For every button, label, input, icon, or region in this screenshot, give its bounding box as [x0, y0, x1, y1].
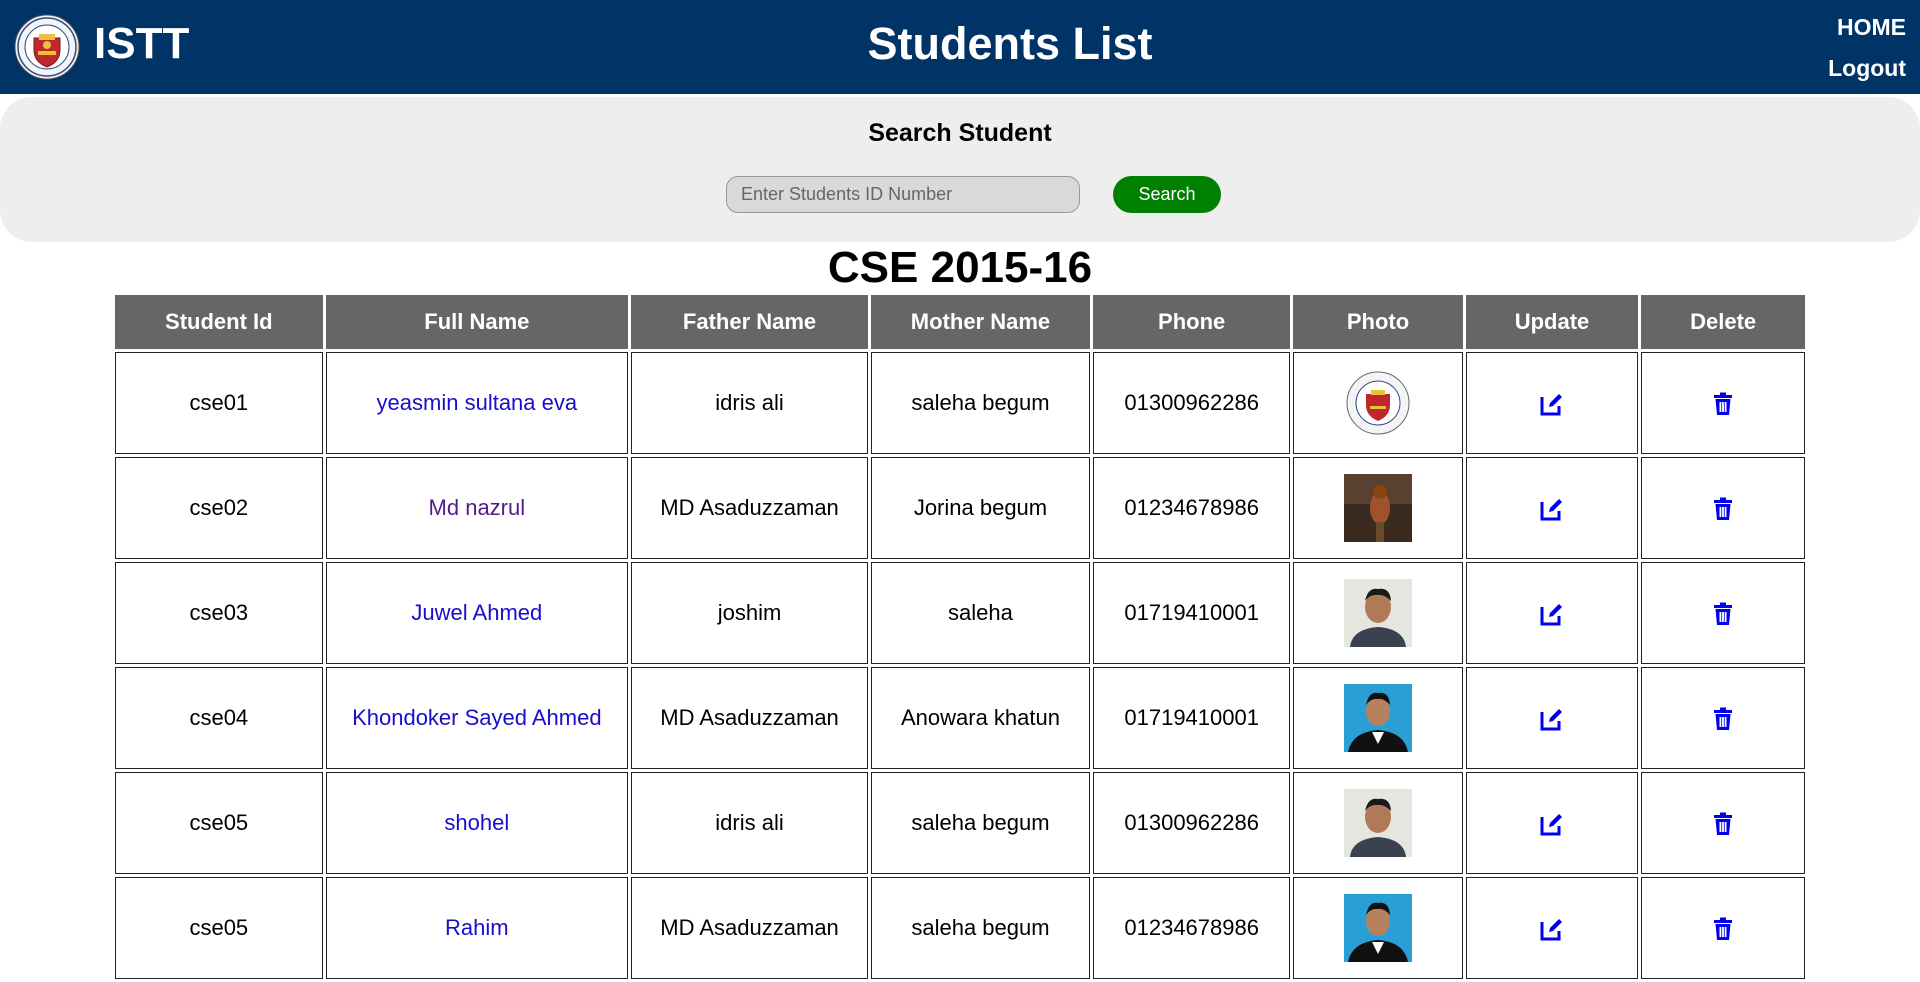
student-name-link[interactable]: shohel — [444, 810, 509, 835]
trash-icon[interactable] — [1710, 496, 1736, 522]
father-name-cell: MD Asaduzzaman — [631, 877, 869, 979]
mother-name-cell: saleha — [871, 562, 1090, 664]
nav-home-link[interactable]: HOME — [1837, 14, 1906, 41]
full-name-cell: Md nazrul — [325, 457, 629, 559]
father-name-cell: joshim — [631, 562, 869, 664]
student-id-cell: cse05 — [115, 772, 323, 874]
phone-cell: 01300962286 — [1092, 772, 1291, 874]
student-id-cell: cse04 — [115, 667, 323, 769]
student-name-link[interactable]: yeasmin sultana eva — [377, 390, 578, 415]
mother-name-cell: saleha begum — [871, 772, 1090, 874]
edit-icon[interactable] — [1539, 496, 1565, 522]
students-table: Student Id Full Name Father Name Mother … — [112, 292, 1808, 982]
update-cell — [1465, 457, 1639, 559]
father-name-cell: MD Asaduzzaman — [631, 457, 869, 559]
edit-icon[interactable] — [1539, 706, 1565, 732]
top-bar: ISTT Students List HOME Logout — [0, 0, 1920, 94]
mother-name-cell: saleha begum — [871, 352, 1090, 454]
trash-icon[interactable] — [1710, 391, 1736, 417]
student-photo — [1344, 579, 1413, 647]
mother-name-cell: saleha begum — [871, 877, 1090, 979]
trash-icon[interactable] — [1710, 916, 1736, 942]
photo-cell — [1293, 352, 1463, 454]
student-id-cell: cse01 — [115, 352, 323, 454]
full-name-cell: yeasmin sultana eva — [325, 352, 629, 454]
student-id-cell: cse02 — [115, 457, 323, 559]
father-name-cell: idris ali — [631, 352, 869, 454]
student-photo — [1344, 894, 1413, 962]
mother-name-cell: Jorina begum — [871, 457, 1090, 559]
phone-cell: 01234678986 — [1092, 877, 1291, 979]
student-id-cell: cse05 — [115, 877, 323, 979]
edit-icon[interactable] — [1539, 811, 1565, 837]
student-photo — [1344, 789, 1413, 857]
delete-cell — [1641, 457, 1805, 559]
father-name-cell: idris ali — [631, 772, 869, 874]
photo-cell — [1293, 562, 1463, 664]
phone-cell: 01234678986 — [1092, 457, 1291, 559]
student-id-search-input[interactable] — [726, 176, 1080, 213]
column-header-delete: Delete — [1641, 295, 1805, 349]
update-cell — [1465, 352, 1639, 454]
column-header-update: Update — [1465, 295, 1639, 349]
student-photo — [1344, 369, 1412, 437]
full-name-cell: Khondoker Sayed Ahmed — [325, 667, 629, 769]
page-title: Students List — [867, 18, 1153, 69]
update-cell — [1465, 772, 1639, 874]
delete-cell — [1641, 562, 1805, 664]
full-name-cell: Juwel Ahmed — [325, 562, 629, 664]
delete-cell — [1641, 667, 1805, 769]
search-button[interactable]: Search — [1113, 176, 1221, 213]
table-row: cse05 Rahim MD Asaduzzaman saleha begum 0123… — [115, 877, 1805, 979]
edit-icon[interactable] — [1539, 601, 1565, 627]
student-name-link[interactable]: Md nazrul — [429, 495, 526, 520]
edit-icon[interactable] — [1539, 391, 1565, 417]
student-name-link[interactable]: Khondoker Sayed Ahmed — [352, 705, 602, 730]
father-name-cell: MD Asaduzzaman — [631, 667, 869, 769]
table-header-row: Student Id Full Name Father Name Mother … — [115, 295, 1805, 349]
mother-name-cell: Anowara khatun — [871, 667, 1090, 769]
column-header-full-name: Full Name — [325, 295, 629, 349]
nav-logout-link[interactable]: Logout — [1828, 55, 1906, 82]
delete-cell — [1641, 772, 1805, 874]
trash-icon[interactable] — [1710, 601, 1736, 627]
phone-cell: 01719410001 — [1092, 562, 1291, 664]
full-name-cell: shohel — [325, 772, 629, 874]
column-header-father-name: Father Name — [631, 295, 869, 349]
student-name-link[interactable]: Rahim — [445, 915, 509, 940]
search-panel: Search Student Search — [0, 97, 1920, 242]
phone-cell: 01719410001 — [1092, 667, 1291, 769]
photo-cell — [1293, 457, 1463, 559]
photo-cell — [1293, 772, 1463, 874]
search-title: Search Student — [868, 119, 1052, 147]
trash-icon[interactable] — [1710, 811, 1736, 837]
update-cell — [1465, 877, 1639, 979]
phone-cell: 01300962286 — [1092, 352, 1291, 454]
column-header-student-id: Student Id — [115, 295, 323, 349]
edit-icon[interactable] — [1539, 916, 1565, 942]
table-row: cse02 Md nazrul MD Asaduzzaman Jorina begum… — [115, 457, 1805, 559]
student-name-link[interactable]: Juwel Ahmed — [411, 600, 542, 625]
update-cell — [1465, 667, 1639, 769]
delete-cell — [1641, 352, 1805, 454]
student-id-cell: cse03 — [115, 562, 323, 664]
update-cell — [1465, 562, 1639, 664]
trash-icon[interactable] — [1710, 706, 1736, 732]
photo-cell — [1293, 877, 1463, 979]
student-photo — [1344, 684, 1413, 752]
full-name-cell: Rahim — [325, 877, 629, 979]
photo-cell — [1293, 667, 1463, 769]
table-row: cse04 Khondoker Sayed Ahmed MD Asaduzzaman… — [115, 667, 1805, 769]
student-photo — [1344, 474, 1413, 542]
table-row: cse05 shohel idris ali saleha begum 01300962… — [115, 772, 1805, 874]
column-header-photo: Photo — [1293, 295, 1463, 349]
column-header-mother-name: Mother Name — [871, 295, 1090, 349]
table-row: cse03 Juwel Ahmed joshim saleha 01719410001 — [115, 562, 1805, 664]
table-row: cse01 yeasmin sultana eva idris ali saleha … — [115, 352, 1805, 454]
column-header-phone: Phone — [1092, 295, 1291, 349]
batch-title: CSE 2015-16 — [827, 243, 1093, 292]
delete-cell — [1641, 877, 1805, 979]
